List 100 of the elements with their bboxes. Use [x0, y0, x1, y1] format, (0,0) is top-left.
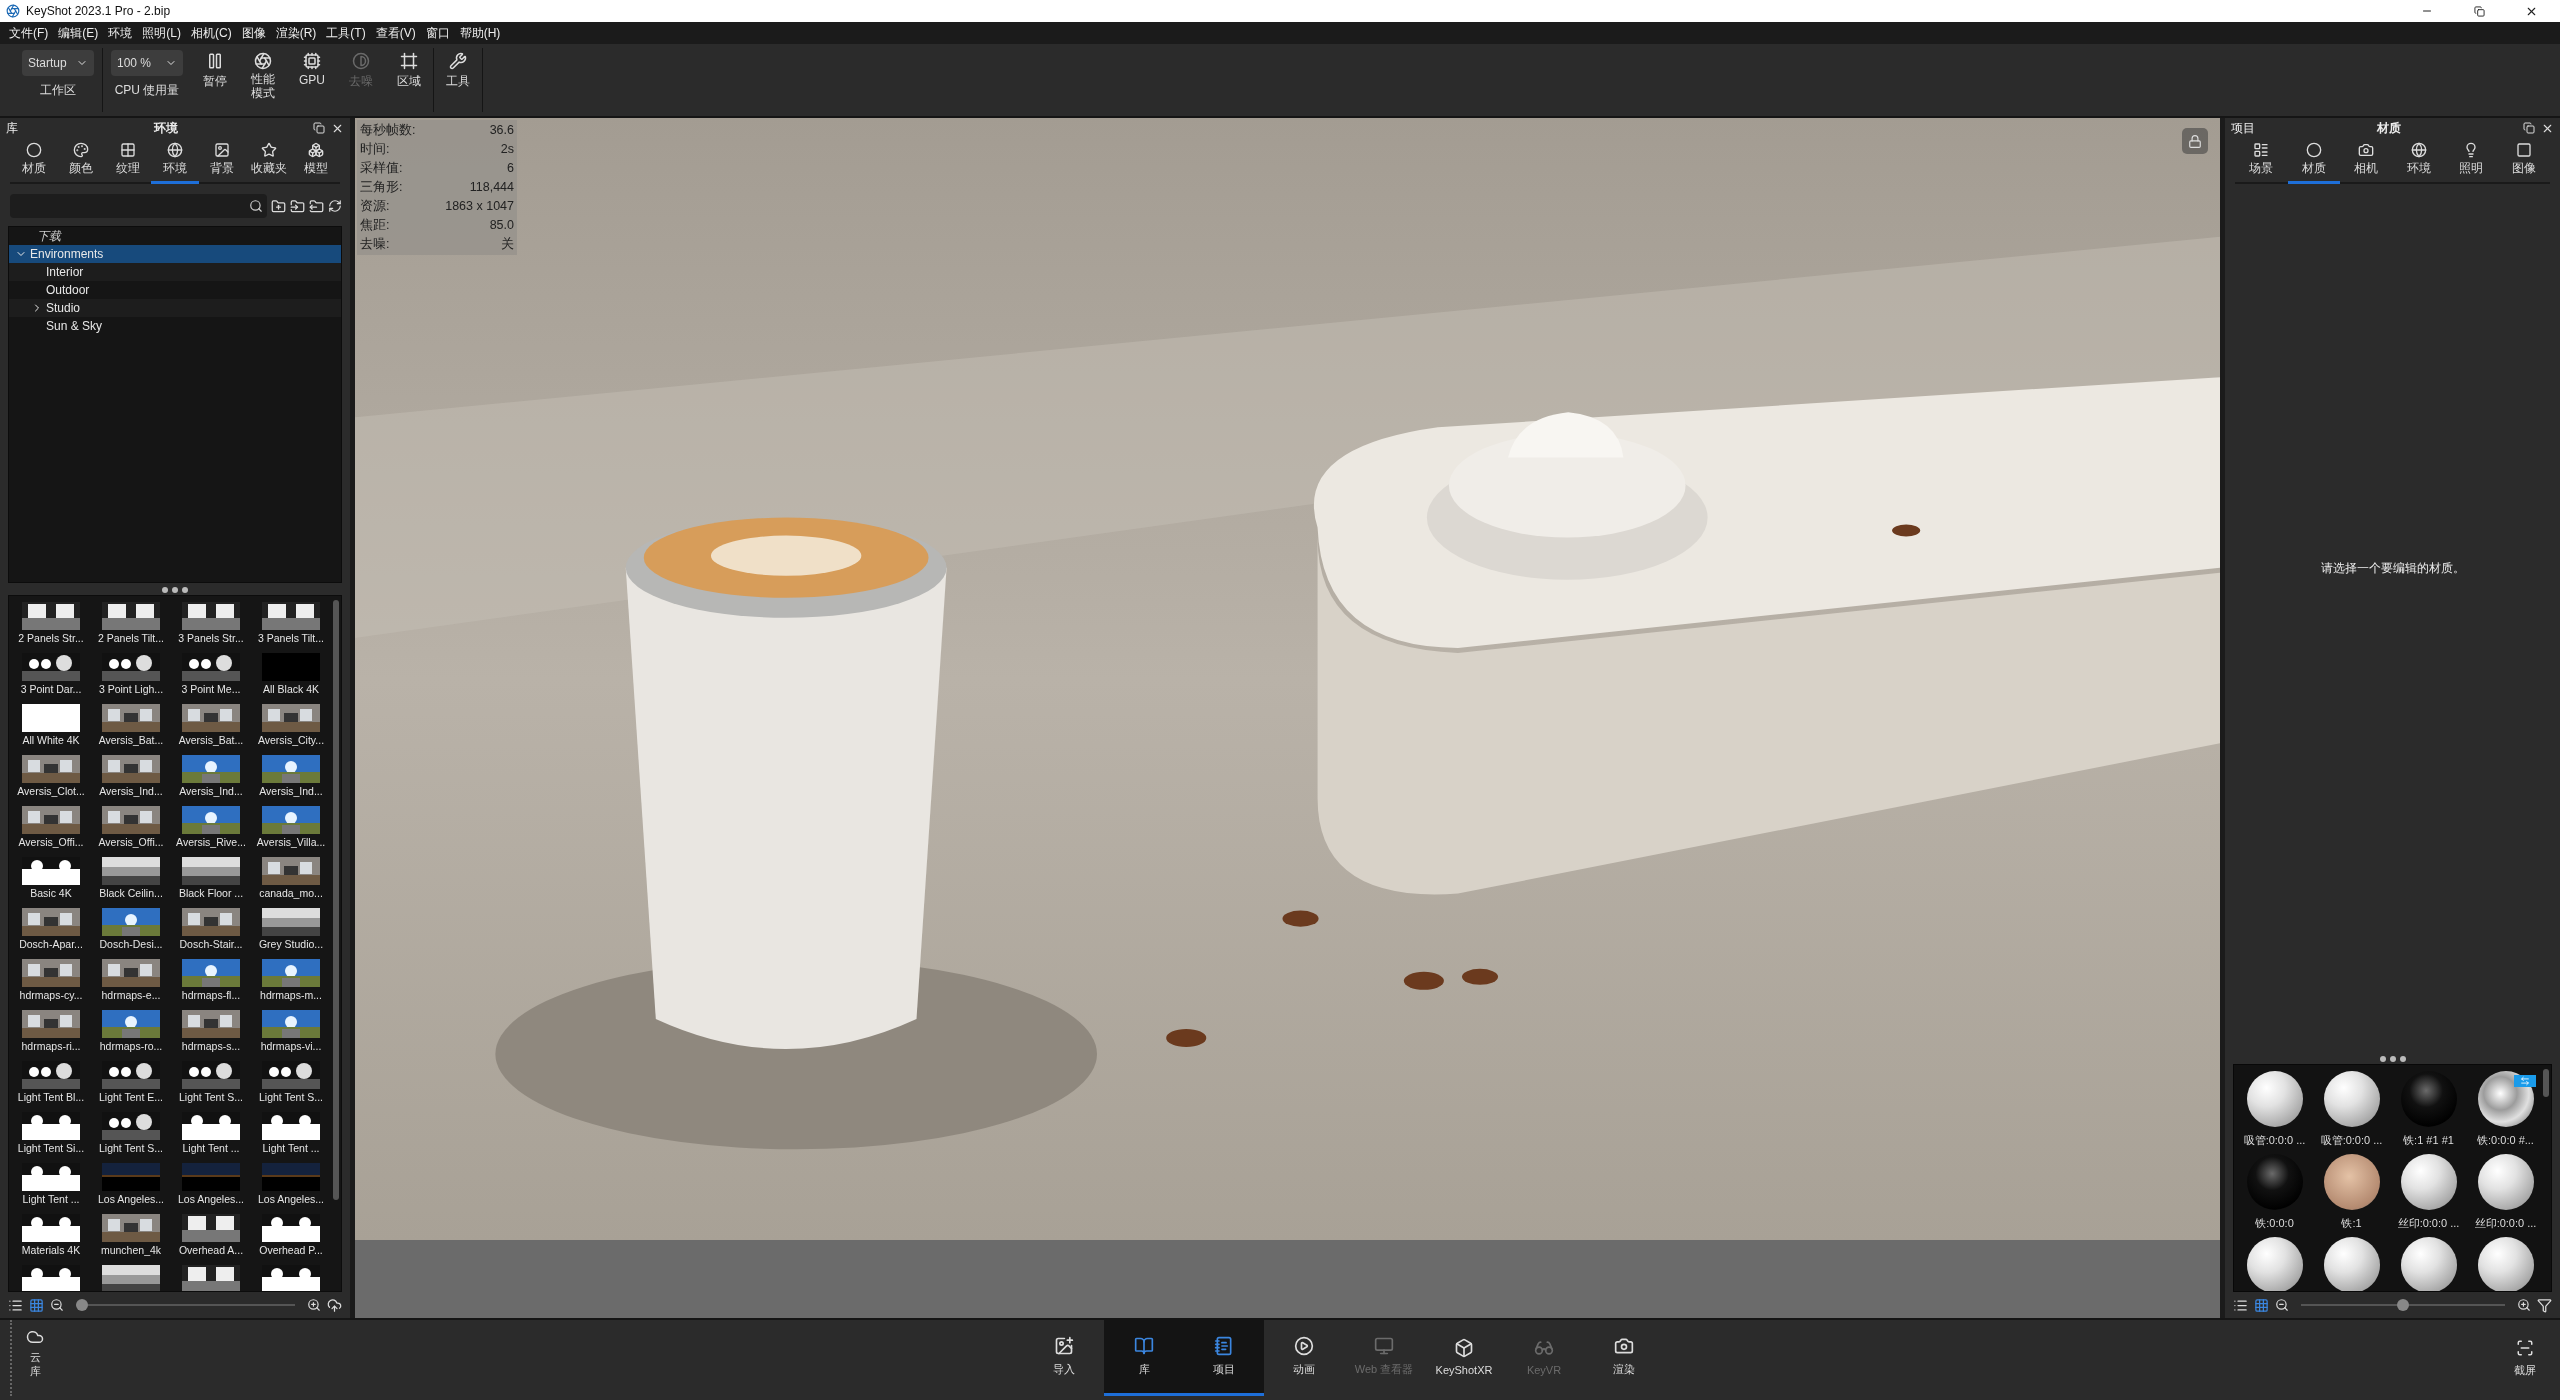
globe-icon [167, 142, 183, 158]
chip-icon [303, 52, 321, 70]
material-label: 铁:0:0:0 #... [2477, 1133, 2534, 1148]
tab[interactable]: 环境 [2392, 138, 2445, 184]
tab[interactable]: 纹理 [104, 138, 152, 184]
thumbnail-label: hdrmaps-ro... [99, 1040, 163, 1052]
toolbar-button[interactable]: GPU [295, 50, 329, 89]
stat-label: 时间: [360, 141, 390, 158]
tab[interactable]: 相机 [2340, 138, 2393, 184]
zoom-in-icon[interactable] [307, 1298, 321, 1312]
menu-item[interactable]: 查看(V) [370, 24, 421, 42]
search-field[interactable] [10, 194, 267, 218]
list-view-icon[interactable] [8, 1297, 23, 1313]
cloud-upload-icon[interactable] [327, 1297, 342, 1313]
toolbar-button[interactable]: 性能模式 [247, 50, 279, 103]
float-icon[interactable] [313, 122, 325, 134]
toolbar-button[interactable]: 区域 [393, 50, 425, 92]
folder-export-icon[interactable] [309, 198, 324, 214]
thumbnail-label: Aversis_Ind... [259, 785, 323, 797]
cloud-library-button[interactable]: 云库 [10, 1320, 58, 1396]
play-icon [1294, 1336, 1314, 1356]
dock-button[interactable]: 项目 [1184, 1320, 1264, 1396]
thumbnail-label: munchen_4k [100, 1244, 162, 1256]
zoom-in-icon[interactable] [2517, 1298, 2531, 1312]
material-label: 铁:1 #1 #1 [2403, 1133, 2454, 1148]
slider-thumb[interactable] [76, 1299, 88, 1311]
window-title: KeyShot 2023.1 Pro - 2.bip [26, 4, 172, 18]
thumbnail-label: Light Tent ... [182, 1142, 240, 1154]
tab[interactable]: 背景 [198, 138, 246, 184]
tab[interactable]: 场景 [2235, 138, 2288, 184]
slider-thumb[interactable] [2397, 1299, 2409, 1311]
menu-item[interactable]: 窗口 [420, 24, 455, 42]
dock-button[interactable]: 渲染 [1584, 1320, 1664, 1396]
toolbar-button[interactable]: 暂停 [199, 50, 231, 92]
cube-icon [1454, 1337, 1474, 1358]
tab[interactable]: 环境 [151, 138, 199, 184]
grid-icon [119, 142, 136, 158]
tab[interactable]: 照明 [2445, 138, 2498, 184]
lock-icon [2188, 133, 2202, 149]
folder-add-icon[interactable] [271, 198, 286, 214]
thumbnail-label: Light Tent ... [262, 1142, 320, 1154]
thumbnail-label: Basic 4K [30, 887, 72, 899]
tab[interactable]: 收藏夹 [245, 138, 293, 184]
refresh-icon[interactable] [328, 199, 342, 213]
folder-import-icon[interactable] [290, 198, 305, 214]
tree-header: 下载 [36, 228, 63, 245]
tree-item[interactable]: Studio [9, 299, 341, 317]
menu-item[interactable]: 环境 [103, 24, 138, 42]
menu-item[interactable]: 文件(F) [4, 24, 54, 42]
tab[interactable]: 材质 [2287, 138, 2340, 184]
filter-icon[interactable] [2537, 1297, 2552, 1313]
dock-button[interactable]: 库 [1104, 1320, 1184, 1396]
thumbnail-label: hdrmaps-fl... [181, 989, 241, 1001]
menu-item[interactable]: 照明(L) [137, 24, 186, 42]
toolbar-button[interactable]: 工具 [442, 50, 474, 92]
material-label: 铁:0:0:0 [2255, 1216, 2294, 1231]
scrollbar[interactable] [2543, 1069, 2549, 1097]
restore-icon[interactable] [2473, 5, 2485, 17]
dock-button[interactable]: 动画 [1264, 1320, 1344, 1396]
aperture-icon [254, 52, 272, 70]
tree-item[interactable]: Environments [9, 245, 341, 263]
list-view-icon[interactable] [2233, 1297, 2248, 1313]
thumbnail-label: 3 Panels Str... [178, 632, 244, 644]
tab[interactable]: 图像 [2497, 138, 2550, 184]
image-icon [214, 142, 231, 158]
menu-item[interactable]: 图像 [236, 24, 271, 42]
dropdown[interactable]: 100 % [111, 50, 183, 76]
menu-item[interactable]: 编辑(E) [53, 24, 104, 42]
thumbnail-label: Aversis_City... [257, 734, 325, 746]
thumbnail-label: Light Tent Bl... [17, 1091, 85, 1103]
circle-icon [2305, 142, 2322, 158]
thumbnail-label: Aversis_Offi... [18, 836, 84, 848]
menu-item[interactable]: 帮助(H) [454, 24, 506, 42]
dock-button[interactable]: 导入 [1024, 1320, 1104, 1396]
tree-item[interactable]: Interior [9, 263, 341, 281]
scrollbar[interactable] [333, 600, 339, 1200]
menu-item[interactable]: 相机(C) [186, 24, 237, 42]
menu-item[interactable]: 工具(T) [321, 24, 371, 42]
dropdown[interactable]: Startup [22, 50, 94, 76]
thumbnail-label: Dosch-Desi... [99, 938, 163, 950]
panel-title: 库 [6, 119, 18, 137]
search-icon [249, 199, 263, 213]
tab[interactable]: 材质 [10, 138, 58, 184]
zoom-out-icon[interactable] [50, 1298, 64, 1312]
toolbar-label: 工作区 [40, 82, 76, 99]
tab[interactable]: 模型 [292, 138, 340, 184]
half-circle-icon [352, 52, 370, 70]
dock-button[interactable]: KeyShotXR [1424, 1320, 1504, 1396]
zoom-out-icon[interactable] [2275, 1298, 2289, 1312]
thumbnail-label: Light Tent S... [99, 1142, 163, 1154]
grid-view-icon[interactable] [29, 1297, 44, 1313]
thumbnail-label: Aversis_Bat... [178, 734, 244, 746]
tab[interactable]: 颜色 [57, 138, 105, 184]
lock-button[interactable] [2182, 128, 2208, 154]
screenshot-button[interactable]: 截屏 [2490, 1320, 2560, 1396]
menu-item[interactable]: 渲染(R) [270, 24, 322, 42]
grid-view-icon[interactable] [2254, 1297, 2269, 1313]
float-icon[interactable] [2523, 122, 2535, 134]
thumbnail-label: 3 Panels Tilt... [258, 632, 324, 644]
app-logo-icon [6, 4, 20, 18]
